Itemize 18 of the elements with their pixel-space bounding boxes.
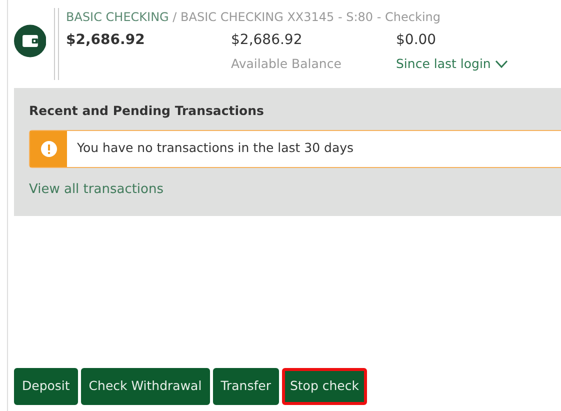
view-all-link[interactable]: View all transactions xyxy=(29,180,164,200)
action-button[interactable]: Deposit xyxy=(14,368,78,405)
since-login-toggle[interactable]: Since last login xyxy=(396,55,508,74)
breadcrumb-current: BASIC CHECKING XX3145 - S:80 - Checking xyxy=(180,10,440,24)
wallet-icon xyxy=(14,22,46,60)
alert-text: You have no transactions in the last 30 days xyxy=(76,139,354,158)
breadcrumb-separator: / xyxy=(172,10,177,24)
amount: $2,686.92 xyxy=(231,31,304,50)
balance-amount: $2,686.92 xyxy=(66,31,146,50)
warning-icon xyxy=(40,140,56,157)
action-button[interactable]: Check Withdrawal xyxy=(80,368,210,405)
action-button[interactable]: Stop check xyxy=(282,368,367,405)
breadcrumb-link[interactable]: BASIC CHECKING xyxy=(66,10,169,24)
action-button[interactable]: Transfer xyxy=(212,368,279,405)
chevron-icon xyxy=(494,60,508,68)
amount: $0.00 xyxy=(396,31,438,50)
panel-title: Recent and Pending Transactions xyxy=(29,102,265,120)
balance-label: Available Balance xyxy=(231,55,342,73)
